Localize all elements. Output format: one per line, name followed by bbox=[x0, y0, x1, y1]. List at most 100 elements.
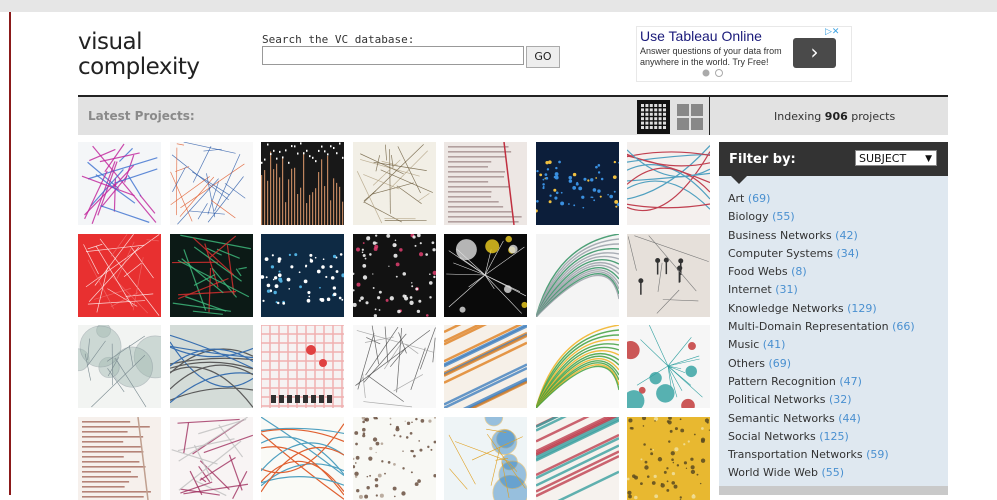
project-thumbnail[interactable] bbox=[261, 325, 344, 408]
filter-item-label[interactable]: Computer Systems bbox=[728, 247, 836, 260]
project-thumbnail[interactable] bbox=[261, 417, 344, 500]
ad-title[interactable]: Use Tableau Online bbox=[640, 28, 762, 44]
filter-item-label[interactable]: Semantic Networks bbox=[728, 412, 838, 425]
project-thumbnail-image bbox=[353, 417, 436, 500]
filter-item-label[interactable]: Business Networks bbox=[728, 229, 835, 242]
project-thumbnail[interactable] bbox=[353, 234, 436, 317]
large-grid-view-button[interactable] bbox=[674, 100, 707, 134]
filter-item-count[interactable]: (69) bbox=[748, 192, 771, 205]
project-thumbnail[interactable] bbox=[444, 142, 527, 225]
indexing-prefix: Indexing bbox=[774, 110, 821, 123]
filter-item-count[interactable]: (59) bbox=[866, 448, 889, 461]
filter-item-label[interactable]: Internet bbox=[728, 283, 775, 296]
filter-item-label[interactable]: Transportation Networks bbox=[728, 448, 866, 461]
filter-item[interactable]: Social Networks (125) bbox=[728, 428, 915, 446]
go-button[interactable]: GO bbox=[526, 46, 560, 68]
filter-item[interactable]: World Wide Web (55) bbox=[728, 464, 915, 482]
project-thumbnail[interactable] bbox=[536, 234, 619, 317]
project-thumbnail[interactable] bbox=[261, 234, 344, 317]
filter-subject-select[interactable]: SUBJECT ▼ bbox=[855, 150, 937, 166]
filter-item-count[interactable]: (125) bbox=[819, 430, 849, 443]
site-logo[interactable]: visual complexity bbox=[78, 30, 200, 80]
filter-item-label[interactable]: Knowledge Networks bbox=[728, 302, 847, 315]
search-input[interactable] bbox=[262, 46, 524, 65]
project-thumbnail[interactable] bbox=[170, 417, 253, 500]
project-thumbnail[interactable] bbox=[353, 417, 436, 500]
ad-carousel-dots[interactable] bbox=[701, 68, 727, 81]
filter-item[interactable]: Art (69) bbox=[728, 190, 915, 208]
carousel-dots-icon bbox=[701, 68, 727, 78]
filter-item[interactable]: Biology (55) bbox=[728, 208, 915, 226]
filter-category-list: Art (69)Biology (55)Business Networks (4… bbox=[728, 190, 915, 483]
filter-item-count[interactable]: (42) bbox=[835, 229, 858, 242]
project-thumbnail-image bbox=[444, 325, 527, 408]
indexing-count: 906 bbox=[825, 110, 848, 123]
project-thumbnail[interactable] bbox=[444, 234, 527, 317]
filter-item-count[interactable]: (31) bbox=[775, 283, 798, 296]
ad-arrow-button[interactable]: › bbox=[793, 38, 836, 68]
filter-item-label[interactable]: Others bbox=[728, 357, 768, 370]
filter-item-count[interactable]: (32) bbox=[829, 393, 852, 406]
project-thumbnail[interactable] bbox=[536, 417, 619, 500]
filter-item[interactable]: Music (41) bbox=[728, 336, 915, 354]
project-thumbnail[interactable] bbox=[444, 417, 527, 500]
project-thumbnail[interactable] bbox=[170, 234, 253, 317]
ad-choices-icon[interactable]: ▷✕ bbox=[825, 27, 849, 39]
filter-item-label[interactable]: Food Webs bbox=[728, 265, 791, 278]
filter-item[interactable]: Pattern Recognition (47) bbox=[728, 373, 915, 391]
project-thumbnail[interactable] bbox=[627, 325, 710, 408]
filter-item[interactable]: Multi-Domain Representation (66) bbox=[728, 318, 915, 336]
filter-item-label[interactable]: Art bbox=[728, 192, 748, 205]
filter-item-label[interactable]: Political Networks bbox=[728, 393, 829, 406]
project-thumbnail-image bbox=[536, 234, 619, 317]
filter-item-count[interactable]: (44) bbox=[838, 412, 861, 425]
project-thumbnail[interactable] bbox=[78, 142, 161, 225]
filter-item-label[interactable]: World Wide Web bbox=[728, 466, 821, 479]
filter-item[interactable]: Others (69) bbox=[728, 355, 915, 373]
project-thumbnail[interactable] bbox=[536, 325, 619, 408]
sidebar-footer-strip bbox=[719, 486, 948, 495]
filter-item-count[interactable]: (34) bbox=[836, 247, 859, 260]
filter-item-count[interactable]: (55) bbox=[772, 210, 795, 223]
filter-item-count[interactable]: (69) bbox=[768, 357, 791, 370]
filter-item-label[interactable]: Multi-Domain Representation bbox=[728, 320, 892, 333]
project-thumbnail[interactable] bbox=[536, 142, 619, 225]
filter-item[interactable]: Political Networks (32) bbox=[728, 391, 915, 409]
left-accent-rule bbox=[9, 12, 11, 495]
filter-item-label[interactable]: Pattern Recognition bbox=[728, 375, 839, 388]
filter-item-label[interactable]: Biology bbox=[728, 210, 772, 223]
logo-line-1: visual bbox=[78, 30, 200, 55]
filter-item[interactable]: Business Networks (42) bbox=[728, 227, 915, 245]
filter-item[interactable]: Semantic Networks (44) bbox=[728, 410, 915, 428]
filter-item-label[interactable]: Social Networks bbox=[728, 430, 819, 443]
filter-item-count[interactable]: (8) bbox=[791, 265, 807, 278]
project-thumbnail[interactable] bbox=[627, 417, 710, 500]
filter-item[interactable]: Transportation Networks (59) bbox=[728, 446, 915, 464]
project-thumbnail[interactable] bbox=[78, 417, 161, 500]
filter-item-count[interactable]: (47) bbox=[839, 375, 862, 388]
project-thumbnail[interactable] bbox=[170, 142, 253, 225]
small-grid-view-button[interactable] bbox=[637, 100, 670, 134]
project-thumbnail-image bbox=[536, 142, 619, 225]
filter-item-count[interactable]: (41) bbox=[763, 338, 786, 351]
filter-item[interactable]: Food Webs (8) bbox=[728, 263, 915, 281]
project-thumbnail[interactable] bbox=[78, 325, 161, 408]
project-thumbnail[interactable] bbox=[353, 325, 436, 408]
filter-item-label[interactable]: Music bbox=[728, 338, 763, 351]
project-thumbnail[interactable] bbox=[627, 142, 710, 225]
project-thumbnail[interactable] bbox=[627, 234, 710, 317]
project-thumbnail[interactable] bbox=[261, 142, 344, 225]
filter-item[interactable]: Knowledge Networks (129) bbox=[728, 300, 915, 318]
project-thumbnail[interactable] bbox=[353, 142, 436, 225]
project-thumbnail-image bbox=[261, 142, 344, 225]
project-thumbnail[interactable] bbox=[444, 325, 527, 408]
filter-item[interactable]: Computer Systems (34) bbox=[728, 245, 915, 263]
filter-item-count[interactable]: (129) bbox=[847, 302, 877, 315]
project-thumbnail-image bbox=[261, 325, 344, 408]
project-thumbnail[interactable] bbox=[170, 325, 253, 408]
filter-item-count[interactable]: (55) bbox=[821, 466, 844, 479]
project-thumbnail[interactable] bbox=[78, 234, 161, 317]
filter-item[interactable]: Internet (31) bbox=[728, 281, 915, 299]
ad-banner[interactable]: Use Tableau Online Answer questions of y… bbox=[636, 26, 852, 82]
filter-item-count[interactable]: (66) bbox=[892, 320, 915, 333]
